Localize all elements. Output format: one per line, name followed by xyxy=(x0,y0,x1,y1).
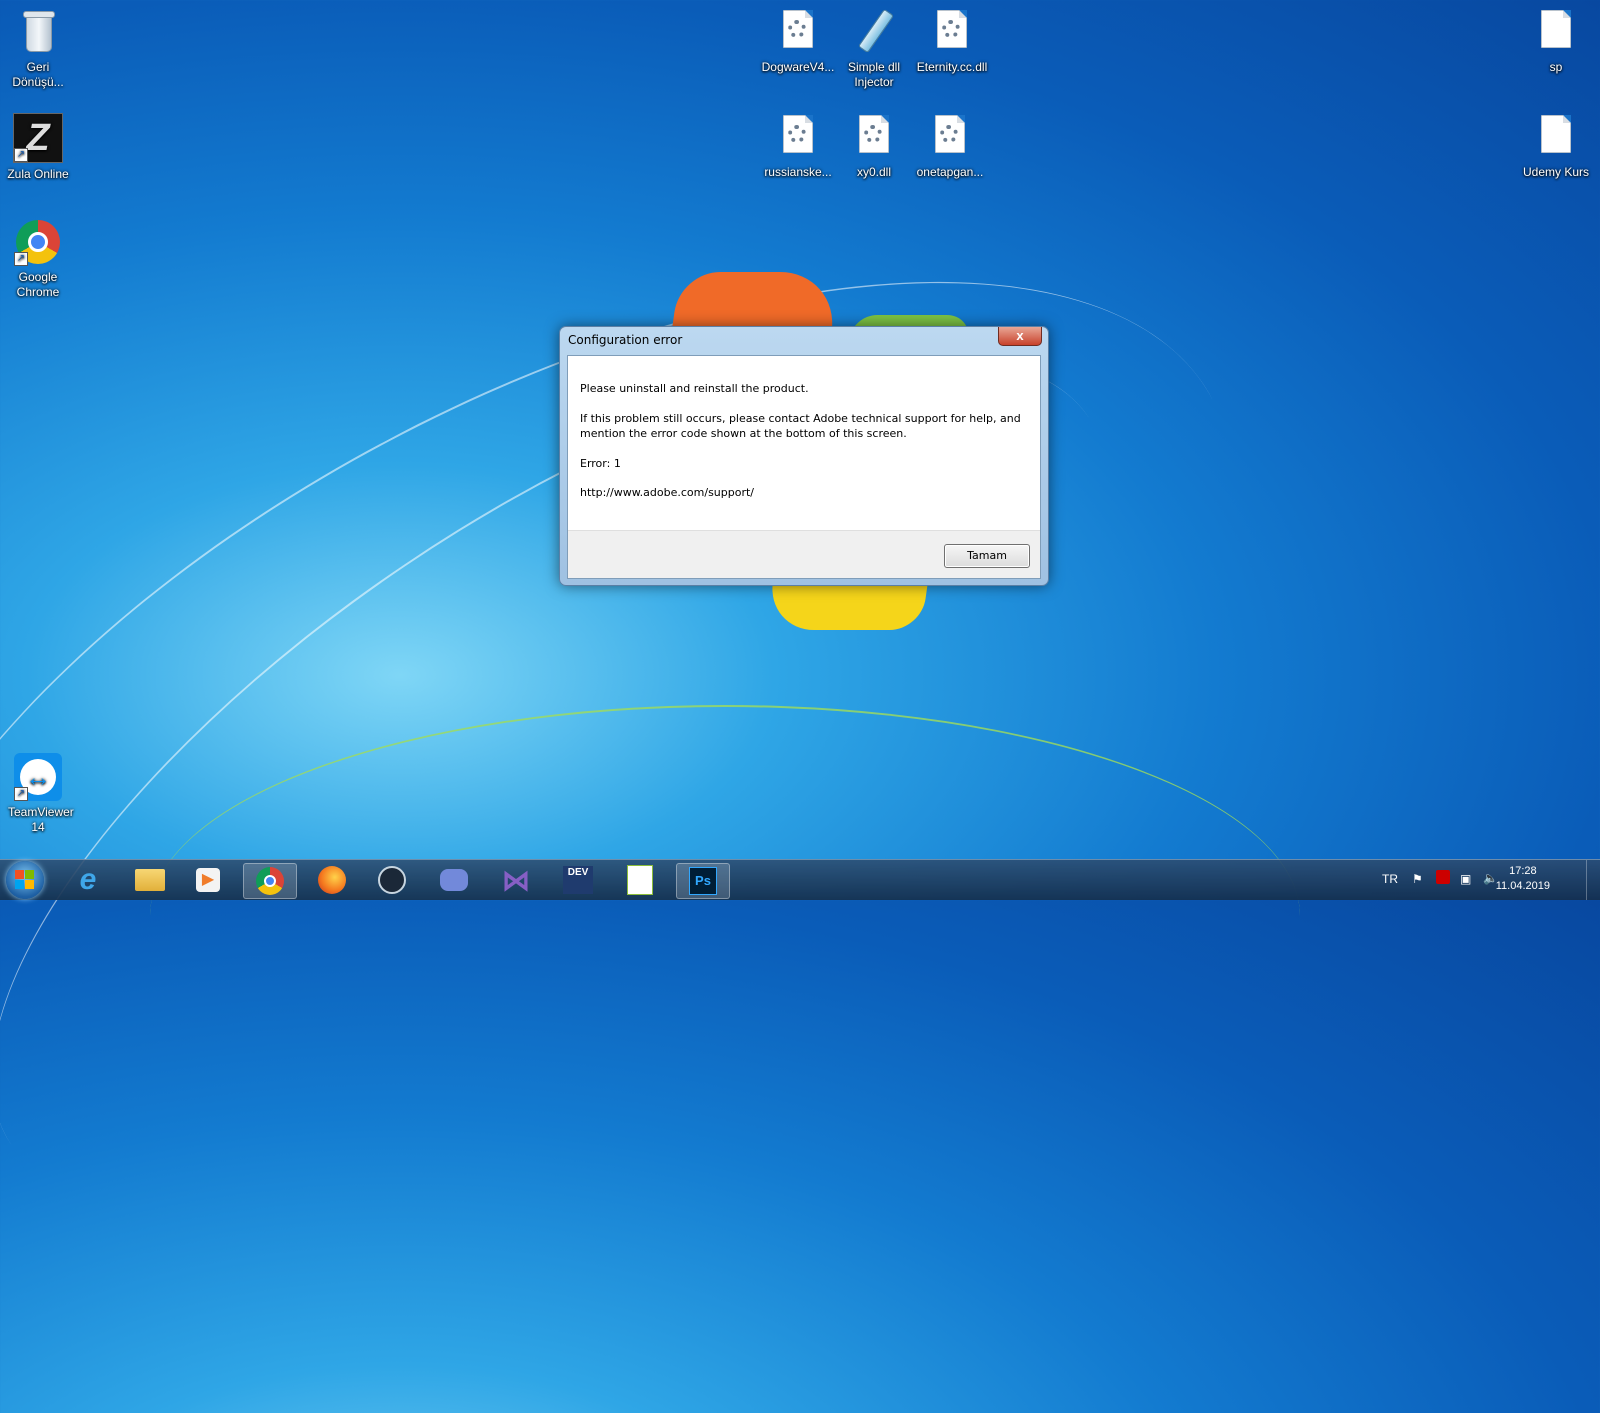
desktop-icon-google-chrome[interactable]: ↗ Google Chrome xyxy=(0,210,76,300)
discord-icon xyxy=(440,869,468,891)
dialog-footer: Tamam xyxy=(568,530,1040,578)
start-button[interactable] xyxy=(6,861,44,899)
windows-logo-icon xyxy=(25,880,34,889)
desktop-icon-sp[interactable]: sp xyxy=(1518,0,1594,75)
taskbar: e ▶ ⋈ DEV Ps TR ⚑ ▣ 🔈 17:28 11.04.2019 xyxy=(0,859,1600,900)
desktop-icon-udemy-kurs[interactable]: Udemy Kurs xyxy=(1518,105,1594,180)
desktop-icon-simple-dll-injector[interactable]: Simple dll Injector xyxy=(836,0,912,90)
error-code: Error: 1 xyxy=(580,457,621,470)
taskbar-file-explorer[interactable] xyxy=(124,863,176,897)
notepad-plus-icon xyxy=(627,865,653,895)
syringe-icon xyxy=(850,8,898,56)
antivirus-tray-icon[interactable] xyxy=(1436,870,1450,884)
taskbar-steam[interactable] xyxy=(366,863,418,897)
desktop-icon-label: russianske... xyxy=(764,165,832,179)
taskbar-photoshop[interactable]: Ps xyxy=(676,863,730,899)
desktop-icon-recycle-bin[interactable]: Geri Dönüşü... xyxy=(0,0,76,90)
desktop-icon-zula-online[interactable]: Z ↗ Zula Online xyxy=(0,105,76,182)
desktop-icon-xy0[interactable]: xy0.dll xyxy=(836,105,912,180)
language-indicator[interactable]: TR xyxy=(1382,872,1398,886)
wallpaper-swoosh xyxy=(150,705,1300,1127)
desktop-icon-label: Geri Dönüşü... xyxy=(12,60,64,89)
desktop-icon-label: sp xyxy=(1549,60,1563,74)
dll-file-icon xyxy=(774,8,822,56)
shortcut-arrow-icon: ↗ xyxy=(14,148,28,162)
desktop-icon-label: Simple dll Injector xyxy=(847,60,901,89)
text-file-icon xyxy=(1532,8,1580,56)
taskbar-firefox[interactable] xyxy=(306,863,358,897)
firefox-icon xyxy=(318,866,346,894)
windows-logo-icon xyxy=(15,880,24,889)
clock-date: 11.04.2019 xyxy=(1495,880,1550,892)
teamviewer-icon: ↔ ↗ xyxy=(14,753,62,801)
clock[interactable]: 17:28 11.04.2019 xyxy=(1496,864,1550,894)
desktop-icon-russianske[interactable]: russianske... xyxy=(760,105,836,180)
shortcut-arrow-icon: ↗ xyxy=(14,787,28,801)
desktop-icon-label: Zula Online xyxy=(7,167,69,181)
file-explorer-icon xyxy=(135,869,165,891)
network-icon[interactable]: ▣ xyxy=(1460,872,1471,886)
ok-button[interactable]: Tamam xyxy=(944,544,1030,568)
desktop-icon-onetapgan[interactable]: onetapgan... xyxy=(912,105,988,180)
dll-file-icon xyxy=(928,8,976,56)
configuration-error-dialog: Configuration error x Please uninstall a… xyxy=(559,326,1049,586)
dll-file-icon xyxy=(774,113,822,161)
clock-time: 17:28 xyxy=(1509,865,1537,877)
zula-icon: Z ↗ xyxy=(13,113,63,163)
desktop-icon-label: Udemy Kurs xyxy=(1522,165,1590,179)
taskbar-media-player[interactable]: ▶ xyxy=(182,863,234,897)
steam-icon xyxy=(378,866,406,894)
photoshop-icon: Ps xyxy=(689,867,717,895)
desktop-icon-label: TeamViewer 14 xyxy=(8,805,74,834)
dialog-title: Configuration error xyxy=(568,333,683,347)
taskbar-dev-cpp[interactable]: DEV xyxy=(552,863,604,897)
shortcut-arrow-icon: ↗ xyxy=(14,252,28,266)
desktop-icon-label: Google Chrome xyxy=(16,270,60,299)
chrome-icon: ↗ xyxy=(14,218,62,266)
desktop-icon-label: Eternity.cc.dll xyxy=(916,60,988,74)
dev-cpp-icon: DEV xyxy=(563,866,593,894)
close-icon: x xyxy=(1016,328,1024,343)
dll-file-icon xyxy=(850,113,898,161)
support-url: http://www.adobe.com/support/ xyxy=(580,486,755,499)
dialog-body: Please uninstall and reinstall the produ… xyxy=(567,355,1041,579)
close-button[interactable]: x xyxy=(998,327,1042,346)
visual-studio-icon: ⋈ xyxy=(502,864,530,896)
recycle-bin-icon xyxy=(14,8,62,56)
internet-explorer-icon: e xyxy=(79,863,97,896)
media-player-icon: ▶ xyxy=(196,868,220,892)
desktop-icon-dogware[interactable]: DogwareV4... xyxy=(760,0,836,75)
message-line: mention the error code shown at the bott… xyxy=(580,427,907,440)
desktop-icon-teamviewer[interactable]: ↔ ↗ TeamViewer 14 xyxy=(0,745,76,835)
desktop-icon-eternity[interactable]: Eternity.cc.dll xyxy=(912,0,992,75)
action-center-flag-icon[interactable]: ⚑ xyxy=(1412,872,1423,886)
dll-file-icon xyxy=(926,113,974,161)
show-desktop-button[interactable] xyxy=(1586,860,1600,900)
taskbar-internet-explorer[interactable]: e xyxy=(62,863,114,897)
windows-logo-icon xyxy=(15,870,24,879)
text-file-icon xyxy=(1532,113,1580,161)
desktop-icon-label: onetapgan... xyxy=(916,165,984,179)
taskbar-visual-studio[interactable]: ⋈ xyxy=(490,863,542,897)
chrome-icon xyxy=(256,867,284,895)
message-line: If this problem still occurs, please con… xyxy=(580,412,1021,425)
taskbar-notepad-plus[interactable] xyxy=(614,863,666,897)
desktop-icon-label: xy0.dll xyxy=(856,165,891,179)
taskbar-discord[interactable] xyxy=(428,863,480,897)
taskbar-chrome[interactable] xyxy=(243,863,297,899)
message-line: Please uninstall and reinstall the produ… xyxy=(580,382,809,395)
desktop-icon-label: DogwareV4... xyxy=(761,60,835,74)
windows-logo-icon xyxy=(25,870,34,879)
